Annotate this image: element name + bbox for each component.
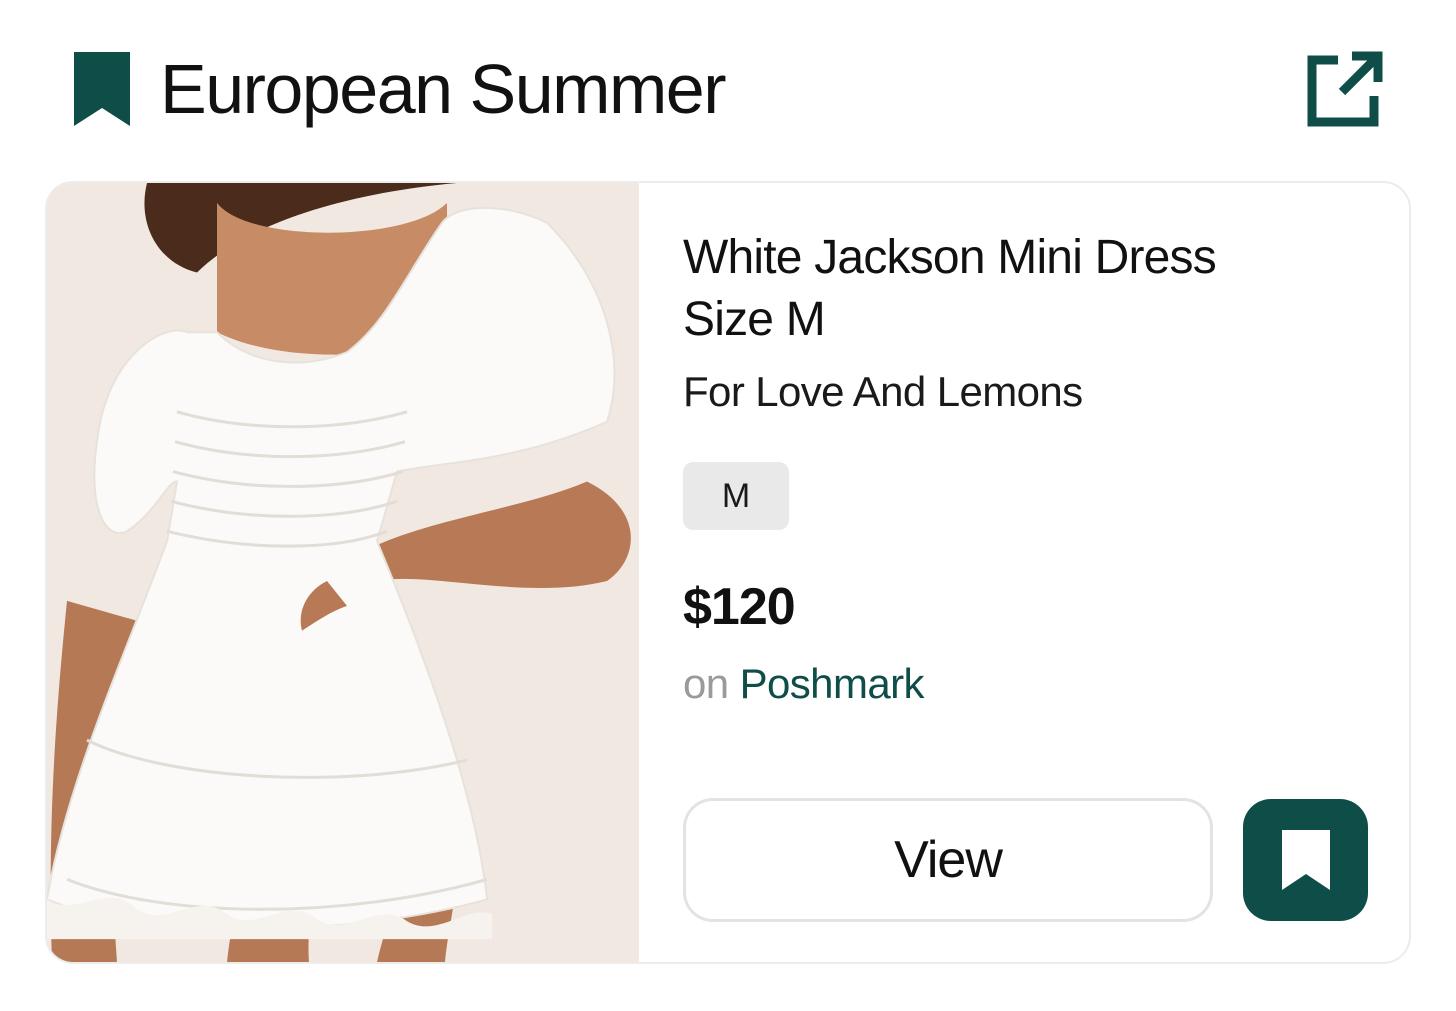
product-title-line-1: White Jackson Mini Dress [683, 231, 1217, 284]
view-button[interactable]: View [683, 798, 1213, 922]
product-card[interactable]: White Jackson Mini Dress Size M For Love… [45, 181, 1411, 964]
product-title[interactable]: White Jackson Mini Dress Size M [683, 227, 1323, 351]
bookmark-icon [74, 52, 130, 126]
product-price: $120 [683, 578, 796, 636]
product-brand: For Love And Lemons [683, 368, 1083, 415]
product-title-line-2: Size M [683, 293, 826, 346]
collection-header: European Summer [0, 0, 1456, 170]
product-source: on Poshmark [683, 658, 924, 710]
external-link-icon[interactable] [1300, 46, 1388, 134]
save-button[interactable] [1243, 799, 1368, 921]
page: European Summer White Jackson Mini Dress… [0, 0, 1456, 1011]
bookmark-icon [1281, 830, 1330, 890]
product-image[interactable] [47, 183, 639, 962]
size-badge: M [683, 462, 789, 530]
source-prefix: on [683, 660, 729, 707]
product-info: White Jackson Mini Dress Size M For Love… [683, 183, 1409, 962]
collection-title: European Summer [160, 50, 727, 128]
source-link[interactable]: Poshmark [740, 660, 925, 707]
dress-photo-illustration [47, 183, 639, 962]
